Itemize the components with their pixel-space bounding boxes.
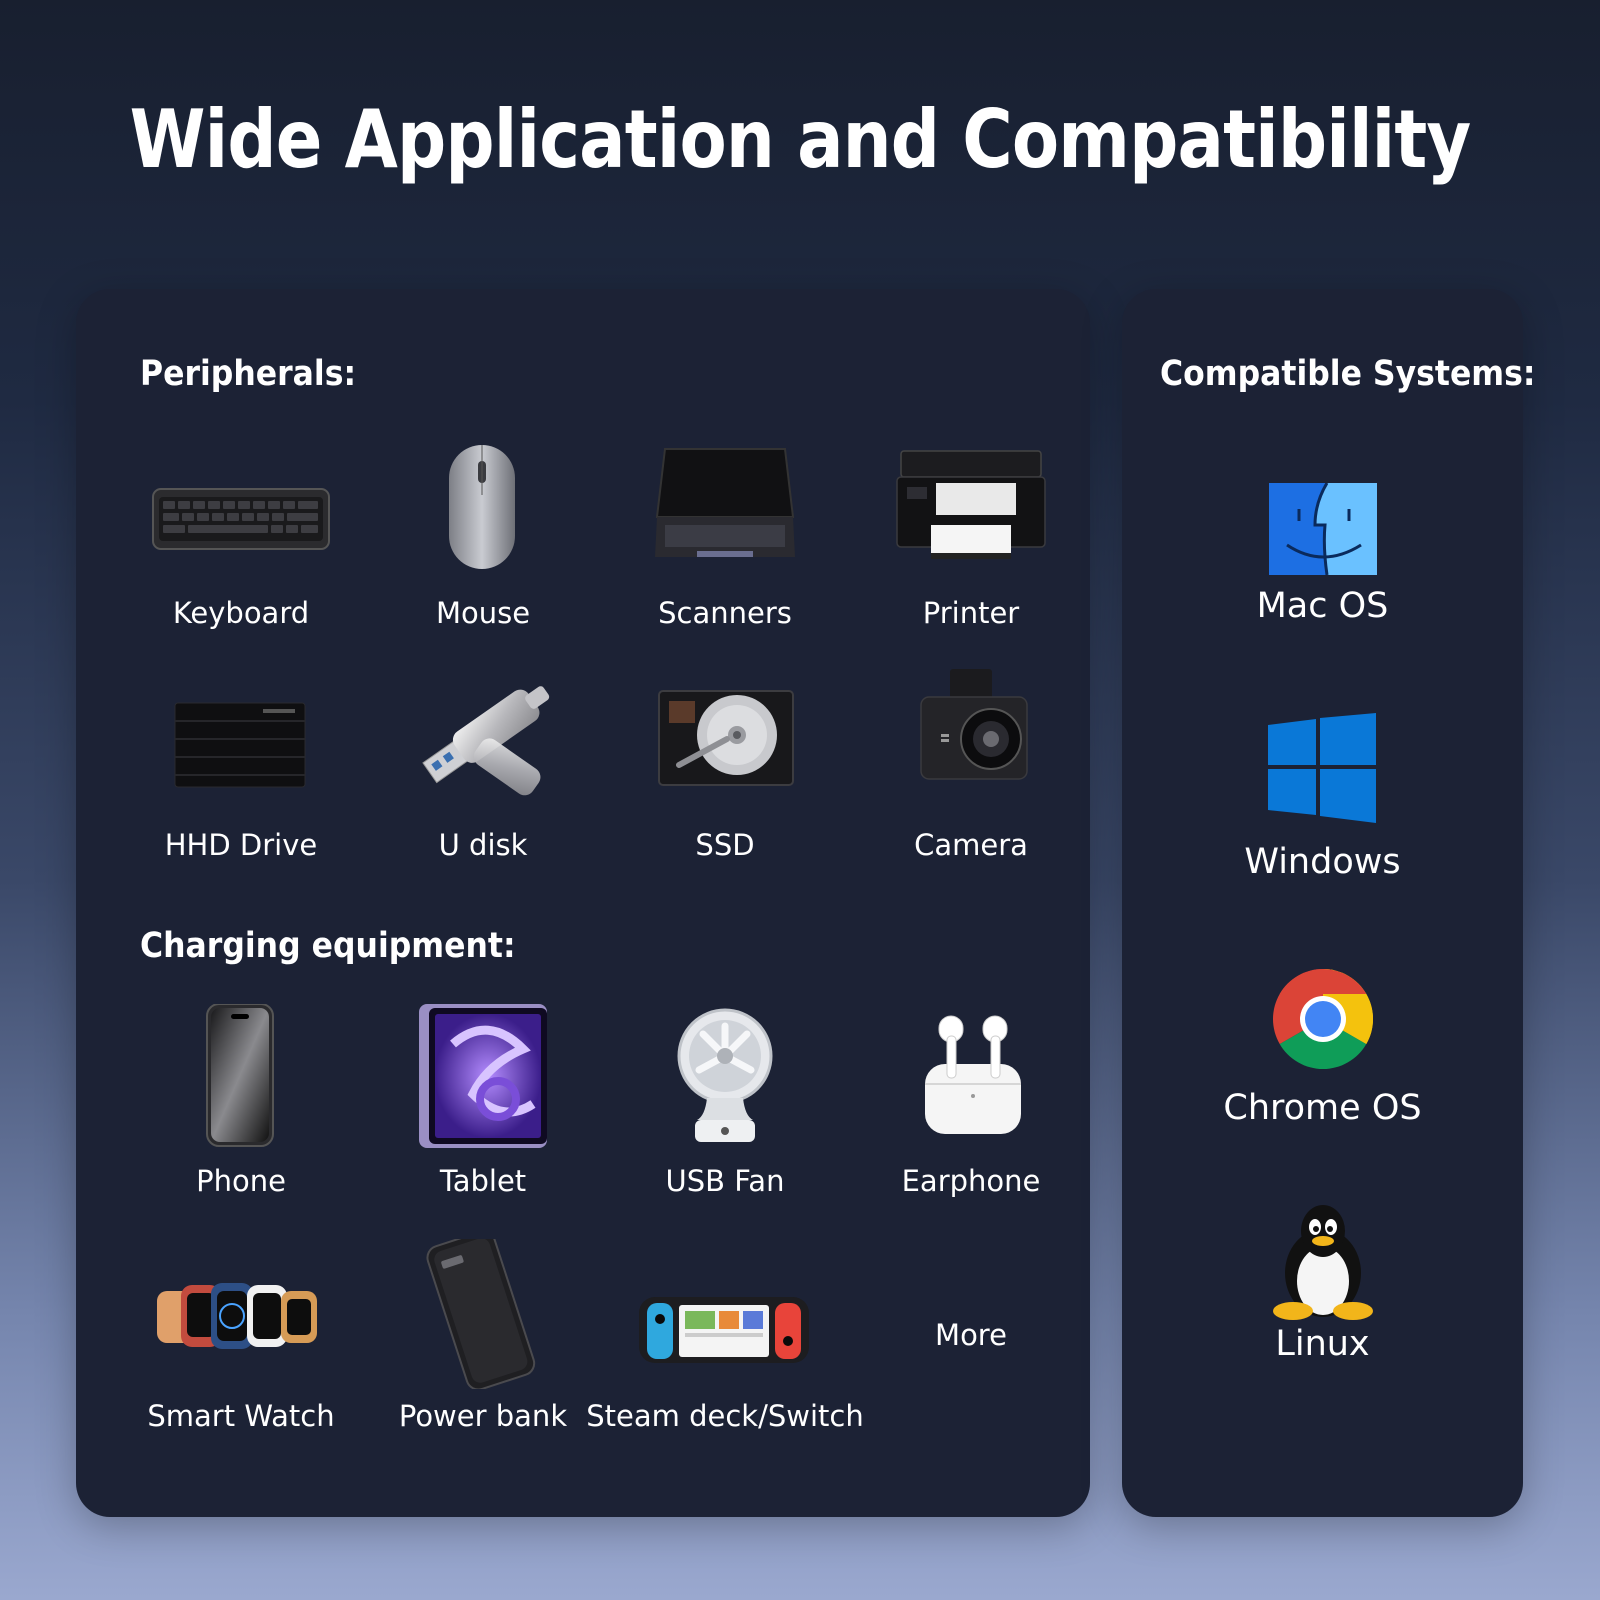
device-smart-watch: Smart Watch: [126, 1239, 356, 1431]
chrome-os-icon: [1272, 969, 1373, 1069]
linux-icon: [1272, 1205, 1373, 1320]
charging-heading: Charging equipment:: [140, 926, 516, 966]
scanner-icon: [655, 448, 795, 557]
system-label: Chrome OS: [1223, 1088, 1422, 1128]
system-linux: Linux: [1122, 1203, 1523, 1362]
device-keyboard: Keyboard: [126, 439, 356, 628]
device-usb-disk: U disk: [368, 669, 598, 860]
earphone-icon: [925, 1015, 1021, 1134]
windows-icon: [1267, 713, 1376, 823]
phone-icon: [206, 1004, 274, 1147]
system-label: Mac OS: [1256, 586, 1389, 626]
ssd-icon: [658, 690, 794, 786]
device-label: Earphone: [901, 1164, 1041, 1198]
device-earphone: Earphone: [856, 1004, 1086, 1196]
smart-watch-icon: [157, 1283, 317, 1349]
keyboard-icon: [152, 488, 330, 550]
system-label: Linux: [1275, 1324, 1370, 1364]
device-camera: Camera: [856, 669, 1086, 860]
device-phone: Phone: [126, 1004, 356, 1196]
systems-panel: Compatible Systems: Mac OS Windows Chrom…: [1122, 289, 1535, 1517]
mac-os-icon: [1268, 483, 1377, 575]
device-printer: Printer: [856, 439, 1086, 628]
more-label[interactable]: More: [796, 1321, 1146, 1350]
mouse-icon: [449, 445, 515, 569]
dash-camera-icon: [920, 669, 1028, 780]
device-power-bank: Power bank: [368, 1239, 598, 1431]
device-game-console: Steam deck/Switch: [586, 1239, 864, 1431]
printer-icon: [896, 450, 1046, 559]
device-usb-fan: USB Fan: [610, 1004, 840, 1196]
systems-heading: Compatible Systems:: [1160, 354, 1536, 394]
device-label: Camera: [914, 828, 1028, 862]
usb-fan-icon: [677, 1008, 773, 1142]
page-title: Wide Application and Compatibility: [129, 93, 1472, 186]
system-chrome-os: Chrome OS: [1122, 967, 1523, 1126]
device-label: Steam deck/Switch: [586, 1399, 864, 1433]
peripherals-heading: Peripherals:: [140, 354, 357, 394]
device-ssd: SSD: [610, 669, 840, 860]
device-mouse: Mouse: [368, 439, 598, 628]
system-mac-os: Mac OS: [1122, 483, 1523, 624]
power-bank-icon: [426, 1239, 536, 1389]
system-label: Windows: [1244, 842, 1401, 882]
usb-disk-icon: [422, 686, 550, 796]
tablet-icon: [419, 1004, 547, 1148]
device-hdd-drive: HHD Drive: [126, 669, 356, 860]
hdd-drive-icon: [174, 702, 306, 788]
system-windows: Windows: [1122, 713, 1523, 880]
device-scanner: Scanners: [610, 439, 840, 628]
device-tablet: Tablet: [368, 1004, 598, 1196]
game-console-icon: [639, 1297, 809, 1363]
devices-panel: Peripherals: Keyboard Mouse Scanners Pri…: [76, 289, 1090, 1517]
device-label: Printer: [922, 596, 1020, 630]
